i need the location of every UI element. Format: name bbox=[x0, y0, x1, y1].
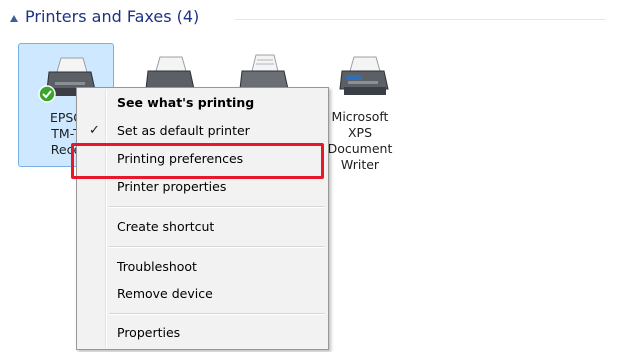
menu-item-create-shortcut[interactable]: Create shortcut bbox=[79, 214, 326, 240]
printer-icon bbox=[339, 56, 389, 95]
menu-item-label: Create shortcut bbox=[117, 219, 215, 234]
menu-item-set-default[interactable]: ✓ Set as default printer bbox=[79, 118, 326, 144]
collapse-triangle-icon[interactable] bbox=[10, 15, 18, 22]
menu-separator bbox=[109, 246, 325, 248]
menu-item-remove-device[interactable]: Remove device bbox=[79, 281, 326, 307]
menu-item-label: Set as default printer bbox=[117, 123, 250, 138]
menu-item-properties[interactable]: Properties bbox=[79, 320, 326, 346]
menu-separator bbox=[109, 313, 325, 315]
default-check-icon bbox=[38, 85, 56, 103]
group-header[interactable]: Printers and Faxes (4) bbox=[8, 6, 606, 32]
group-title: Printers and Faxes (4) bbox=[25, 7, 200, 26]
menu-item-label: Remove device bbox=[117, 286, 213, 301]
checkmark-icon: ✓ bbox=[89, 123, 100, 138]
group-divider bbox=[235, 19, 606, 20]
menu-item-label: Troubleshoot bbox=[117, 259, 197, 274]
menu-item-label: Printer properties bbox=[117, 179, 227, 194]
highlight-annotation-box bbox=[71, 143, 324, 179]
menu-item-label: See what's printing bbox=[117, 95, 255, 110]
context-menu: See what's printing ✓ Set as default pri… bbox=[76, 87, 329, 350]
menu-item-label: Properties bbox=[117, 325, 181, 340]
menu-item-troubleshoot[interactable]: Troubleshoot bbox=[79, 254, 326, 280]
menu-separator bbox=[109, 206, 325, 208]
menu-item-see-whats-printing[interactable]: See what's printing bbox=[79, 90, 326, 116]
